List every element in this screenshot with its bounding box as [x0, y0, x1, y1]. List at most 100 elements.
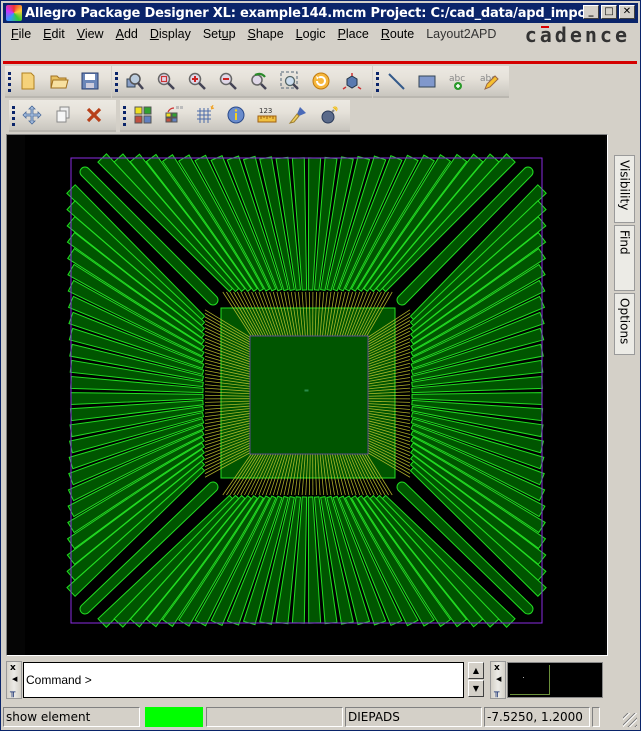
menu-display[interactable]: Display [144, 25, 197, 43]
menu-place[interactable]: Place [332, 25, 375, 43]
status-message: show element [3, 707, 140, 727]
new-button[interactable] [15, 69, 41, 93]
open-icon [50, 75, 69, 89]
menu-view[interactable]: View [71, 25, 110, 43]
assign-color-button[interactable] [285, 103, 311, 127]
resize-grip[interactable] [623, 713, 637, 727]
close-button[interactable]: ✕ [619, 5, 635, 19]
tab-find[interactable]: Find [614, 225, 635, 291]
add-toolbar: abc abc [373, 66, 509, 98]
add-text-icon: abc [449, 74, 465, 90]
move-icon [22, 105, 42, 125]
scroll-up-button[interactable]: ▲ [468, 662, 484, 679]
delete-icon [86, 107, 102, 123]
toolbar-grip[interactable] [123, 106, 126, 126]
open-button[interactable] [46, 69, 72, 93]
pin-icon[interactable]: ╥ [10, 688, 15, 698]
delete-button[interactable] [81, 103, 107, 127]
collapse-arrow-icon[interactable]: ◀ [12, 675, 17, 683]
measure-button[interactable]: 123 [254, 103, 280, 127]
zoom-out-icon [219, 72, 237, 90]
origin-marker [304, 389, 309, 392]
color-visibility-button[interactable] [130, 103, 156, 127]
command-panel: x ◀ ╥ Command > ▲ ▼ [6, 661, 484, 699]
tab-visibility[interactable]: Visibility [614, 155, 635, 223]
status-bar: show element DIEPADS -7.5250, 1.2000 [3, 707, 639, 729]
menu-add[interactable]: Add [110, 25, 144, 43]
show-element-icon [227, 106, 245, 124]
cadence-logo: cadence [524, 23, 630, 47]
viewport-rect[interactable] [510, 665, 550, 695]
3d-view-icon [342, 73, 362, 90]
command-dock-handle[interactable]: x ◀ ╥ [6, 661, 22, 699]
assign-color-icon [288, 107, 306, 124]
redraw-icon [312, 72, 330, 90]
add-line-button[interactable] [383, 69, 409, 93]
zoom-fit-icon [157, 72, 175, 90]
svg-text:123: 123 [259, 107, 272, 115]
3d-view-button[interactable] [339, 69, 365, 93]
edit-text-button[interactable]: abc [476, 69, 502, 93]
side-panel-tabs: Visibility Find Options [614, 155, 636, 357]
layer-priority-button[interactable] [161, 103, 187, 127]
toolbar-grip[interactable] [376, 72, 379, 92]
file-toolbar [5, 66, 111, 98]
move-button[interactable] [19, 103, 45, 127]
menu-setup[interactable]: Setup [197, 25, 242, 43]
package-layout[interactable] [7, 135, 607, 655]
zoom-out-button[interactable] [215, 69, 241, 93]
allegro-app-icon [6, 5, 22, 21]
zoom-world-button[interactable] [277, 69, 303, 93]
measure-icon: 123 [257, 107, 277, 123]
zoom-previous-icon [251, 72, 267, 90]
worldview-dock-handle[interactable]: x ◀ ╥ [490, 661, 506, 699]
tab-options[interactable]: Options [614, 293, 635, 355]
add-rectangle-button[interactable] [414, 69, 440, 93]
layer-priority-icon [165, 106, 183, 123]
add-rectangle-icon [418, 75, 436, 88]
menu-file[interactable]: File [5, 25, 37, 43]
minimize-button[interactable]: _ [583, 5, 599, 19]
copy-icon [56, 106, 70, 123]
zoom-fit-button[interactable] [153, 69, 179, 93]
coordinate-readout: -7.5250, 1.2000 [484, 707, 590, 727]
save-button[interactable] [77, 69, 103, 93]
scroll-down-button[interactable]: ▼ [468, 680, 484, 697]
copy-button[interactable] [50, 103, 76, 127]
menu-edit[interactable]: Edit [37, 25, 71, 43]
toolbar-grip[interactable] [12, 106, 15, 126]
command-input[interactable]: Command > [23, 662, 464, 698]
zoom-by-points-icon [126, 73, 144, 90]
menu-shape[interactable]: Shape [242, 25, 290, 43]
zoom-in-button[interactable] [184, 69, 210, 93]
highlight-bomb-icon [321, 106, 338, 124]
collapse-arrow-icon[interactable]: ◀ [496, 675, 501, 683]
maximize-button[interactable]: □ [601, 5, 617, 19]
world-view-map[interactable] [507, 662, 603, 698]
menu-layout2apd[interactable]: Layout2APD [420, 25, 502, 43]
toolbar-grip[interactable] [115, 72, 118, 92]
status-empty-field [206, 707, 343, 727]
zoom-previous-button[interactable] [246, 69, 272, 93]
highlight-button[interactable] [316, 103, 342, 127]
grid-button[interactable] [192, 103, 218, 127]
title-bar[interactable]: Allegro Package Designer XL: example144.… [3, 3, 638, 23]
die-outline [249, 335, 369, 455]
add-line-icon [388, 73, 405, 90]
view-toolbar [112, 66, 372, 98]
show-element-button[interactable] [223, 103, 249, 127]
menu-bar: File Edit View Add Display Setup Shape Logic Pla… [5, 25, 502, 43]
design-canvas[interactable] [6, 134, 608, 656]
add-text-button[interactable]: abc [445, 69, 471, 93]
zoom-by-points-button[interactable] [122, 69, 148, 93]
menu-logic[interactable]: Logic [290, 25, 332, 43]
new-icon [21, 72, 35, 90]
close-icon[interactable]: x [494, 663, 500, 673]
redraw-button[interactable] [308, 69, 334, 93]
pin-icon[interactable]: ╥ [494, 688, 499, 698]
toolbar-grip[interactable] [8, 72, 11, 92]
edit-text-icon: abc [480, 74, 499, 90]
edit-toolbar [9, 100, 116, 132]
close-icon[interactable]: x [10, 663, 16, 673]
menu-route[interactable]: Route [375, 25, 420, 43]
